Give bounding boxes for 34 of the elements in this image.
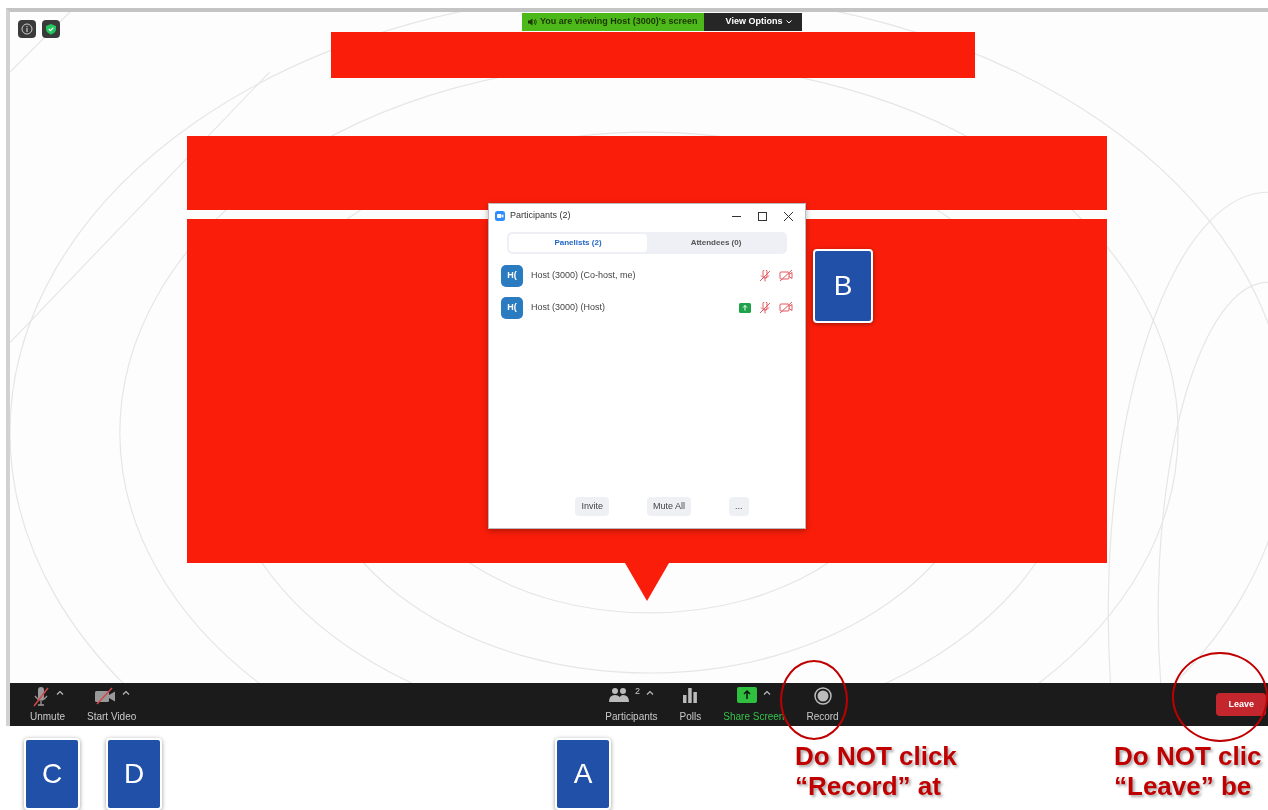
toolbar-button[interactable]: Share Screen	[719, 687, 789, 722]
callout-label: B	[813, 249, 873, 323]
callout-label: C	[24, 738, 80, 810]
warning-text: “Record” at	[795, 772, 941, 802]
participant-count: 2	[634, 687, 640, 697]
leave-button[interactable]: Leave	[1216, 692, 1266, 717]
window-title: Participants (2)	[510, 209, 572, 222]
warning-text: “Leave” be	[1114, 772, 1252, 802]
toolbar-label: Polls	[679, 711, 702, 722]
toolbar-button[interactable]: 2 Participants	[601, 687, 662, 722]
warning-text: Do NOT clic	[1114, 742, 1262, 772]
toolbar-label: Participants	[605, 711, 658, 722]
tab[interactable]: Attendees (0)	[647, 233, 785, 252]
toolbar-button[interactable]: Polls	[675, 687, 706, 722]
callout-label: D	[106, 738, 162, 810]
toolbar-label: Start Video	[87, 711, 137, 722]
viewing-banner: You are viewing Host (3000)'s screen	[522, 13, 704, 31]
participant-name: Host (3000) (Host)	[531, 300, 607, 314]
toolbar-label: Record	[806, 711, 839, 722]
warning-text: Do NOT click	[795, 742, 957, 772]
window-button[interactable]: Mute All	[647, 496, 691, 516]
toolbar-label: Unmute	[30, 711, 65, 722]
tab[interactable]: Panelists (2)	[509, 233, 647, 252]
callout-label: A	[555, 738, 611, 810]
toolbar-button[interactable]: Record	[802, 687, 843, 722]
participant-name: Host (3000) (Co-host, me)	[531, 268, 637, 282]
toolbar-button[interactable]: Start Video	[83, 687, 141, 722]
view-options-button[interactable]: View Options	[703, 13, 803, 31]
avatar: H(	[501, 264, 523, 287]
avatar: H(	[501, 296, 523, 319]
toolbar-label: Share Screen	[723, 711, 785, 722]
window-button[interactable]: Invite	[575, 496, 609, 516]
toolbar-button[interactable]: Unmute	[26, 687, 69, 722]
window-button[interactable]: ...	[729, 496, 749, 516]
